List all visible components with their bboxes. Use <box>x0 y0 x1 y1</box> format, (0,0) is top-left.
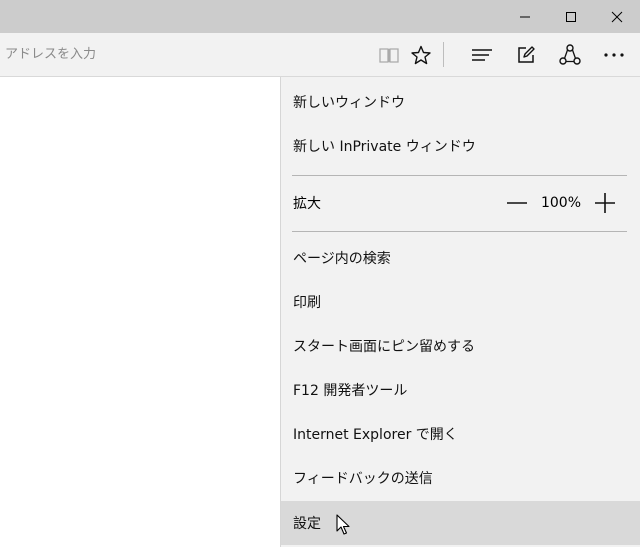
title-bar <box>0 0 640 33</box>
menu-item-settings[interactable]: 設定 <box>281 501 640 545</box>
close-button[interactable] <box>594 0 640 33</box>
menu-divider <box>292 231 627 232</box>
page-content <box>0 77 280 554</box>
address-input[interactable] <box>0 33 360 76</box>
menu-item-print[interactable]: 印刷 <box>281 280 640 324</box>
minimize-icon <box>520 16 530 17</box>
maximize-button[interactable] <box>548 0 594 33</box>
more-button[interactable] <box>594 33 634 76</box>
minus-icon <box>507 202 527 204</box>
address-bar <box>0 33 640 77</box>
menu-item-open-with-ie[interactable]: Internet Explorer で開く <box>281 412 640 456</box>
plus-icon <box>595 193 615 213</box>
menu-item-find-on-page[interactable]: ページ内の検索 <box>281 236 640 280</box>
menu-item-new-window[interactable]: 新しいウィンドウ <box>281 80 640 124</box>
mouse-cursor-icon <box>336 514 350 535</box>
more-icon <box>604 52 624 57</box>
close-icon <box>611 11 623 22</box>
zoom-label: 拡大 <box>293 196 321 212</box>
zoom-row: 拡大 100% <box>281 175 640 231</box>
menu-item-send-feedback[interactable]: フィードバックの送信 <box>281 456 640 500</box>
more-actions-menu: 新しいウィンドウ 新しい InPrivate ウィンドウ 拡大 100% ページ… <box>280 77 640 547</box>
zoom-in-button[interactable] <box>583 175 627 231</box>
web-note-button[interactable] <box>506 33 546 76</box>
maximize-icon <box>566 11 576 22</box>
minimize-button[interactable] <box>502 0 548 33</box>
zoom-level: 100% <box>540 195 582 211</box>
hub-icon <box>472 48 492 61</box>
share-icon <box>559 43 581 65</box>
menu-item-pin-to-start[interactable]: スタート画面にピン留めする <box>281 324 640 368</box>
web-note-icon <box>518 45 535 63</box>
reading-view-icon <box>379 47 399 63</box>
toolbar-divider <box>443 42 444 67</box>
menu-item-f12-developer-tools[interactable]: F12 開発者ツール <box>281 368 640 412</box>
zoom-out-button[interactable] <box>495 175 539 231</box>
window-bottom-edge <box>0 547 640 554</box>
menu-item-new-inprivate-window[interactable]: 新しい InPrivate ウィンドウ <box>281 124 640 168</box>
favorites-star-icon <box>411 45 431 64</box>
hub-button[interactable] <box>462 33 502 76</box>
favorites-button[interactable] <box>401 33 441 76</box>
share-button[interactable] <box>550 33 590 76</box>
